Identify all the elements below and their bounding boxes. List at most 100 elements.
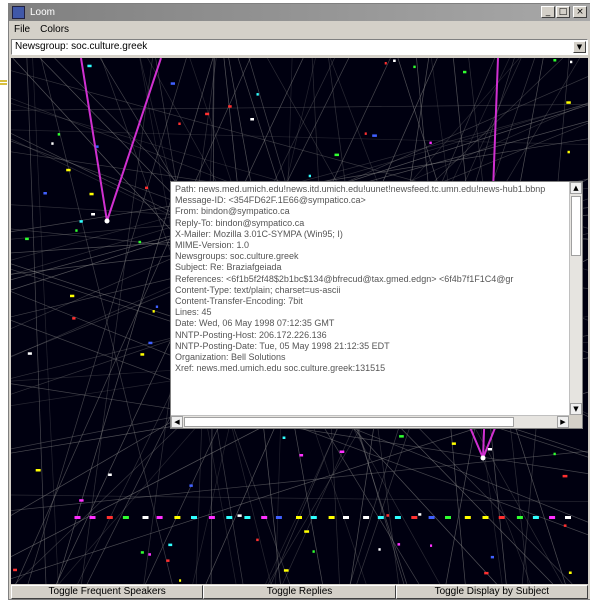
message-dot[interactable]	[57, 133, 61, 136]
menu-file[interactable]: File	[9, 24, 35, 35]
message-dot[interactable]	[179, 579, 182, 582]
menu-colors[interactable]: Colors	[35, 24, 74, 35]
message-dot[interactable]	[256, 538, 259, 542]
message-dot[interactable]	[570, 60, 573, 64]
message-dot[interactable]	[140, 551, 144, 554]
message-dot[interactable]	[138, 240, 142, 244]
message-dot[interactable]	[27, 352, 32, 355]
message-dot[interactable]	[13, 568, 17, 572]
message-dot[interactable]	[312, 550, 315, 553]
message-dot[interactable]	[140, 353, 145, 356]
message-dot[interactable]	[145, 186, 149, 190]
message-dot[interactable]	[174, 516, 181, 519]
message-dot[interactable]	[122, 516, 129, 519]
message-dot[interactable]	[377, 516, 384, 519]
message-dot[interactable]	[562, 474, 568, 478]
message-dot[interactable]	[384, 62, 387, 65]
message-dot[interactable]	[568, 571, 572, 575]
message-dot[interactable]	[256, 93, 259, 96]
message-dot[interactable]	[464, 516, 471, 519]
message-dot[interactable]	[72, 317, 76, 320]
message-dot[interactable]	[516, 516, 523, 519]
newsgroup-select[interactable]: Newsgroup: soc.culture.greek ▼	[11, 39, 588, 55]
reply-node[interactable]	[480, 455, 486, 461]
chevron-down-icon[interactable]: ▼	[573, 41, 586, 53]
vertical-scrollbar[interactable]: ▲ ▼	[569, 182, 582, 415]
message-dot[interactable]	[308, 174, 311, 178]
message-dot[interactable]	[208, 516, 215, 519]
message-dot[interactable]	[451, 442, 456, 445]
horizontal-scrollbar[interactable]: ◀ ▶	[171, 415, 569, 428]
message-dot[interactable]	[428, 516, 435, 519]
message-dot[interactable]	[74, 516, 81, 519]
title-bar[interactable]: Loom _ □ ×	[9, 4, 590, 21]
toggle-replies-button[interactable]: Toggle Replies	[203, 585, 396, 599]
message-dot[interactable]	[205, 112, 210, 116]
message-dot[interactable]	[156, 516, 163, 519]
message-dot[interactable]	[566, 101, 571, 104]
message-dot[interactable]	[79, 499, 84, 502]
message-dot[interactable]	[170, 82, 175, 85]
message-dot[interactable]	[87, 64, 92, 68]
message-dot[interactable]	[565, 516, 571, 519]
message-dot[interactable]	[378, 548, 381, 551]
message-dot[interactable]	[430, 544, 433, 547]
message-dot[interactable]	[226, 516, 233, 519]
message-dot[interactable]	[397, 543, 401, 546]
message-dot[interactable]	[445, 516, 451, 519]
message-header-popup[interactable]: Path: news.med.umich.edu!news.itd.umich.…	[170, 181, 583, 429]
message-dot[interactable]	[394, 516, 401, 519]
maximize-button[interactable]: □	[556, 6, 570, 18]
message-dot[interactable]	[299, 454, 304, 457]
scroll-left-icon[interactable]: ◀	[171, 416, 183, 428]
message-dot[interactable]	[282, 436, 286, 440]
message-dot[interactable]	[66, 168, 71, 172]
message-dot[interactable]	[51, 142, 54, 145]
message-dot[interactable]	[372, 134, 377, 137]
message-dot[interactable]	[75, 229, 78, 232]
toggle-frequent-speakers-button[interactable]: Toggle Frequent Speakers	[11, 585, 204, 599]
message-dot[interactable]	[191, 516, 197, 519]
message-dot[interactable]	[549, 516, 556, 519]
scroll-right-icon[interactable]: ▶	[557, 416, 569, 428]
message-dot[interactable]	[35, 469, 41, 472]
message-dot[interactable]	[490, 555, 494, 559]
message-dot[interactable]	[334, 153, 340, 157]
message-dot[interactable]	[563, 524, 567, 527]
message-dot[interactable]	[393, 59, 396, 63]
message-dot[interactable]	[228, 105, 232, 108]
message-dot[interactable]	[89, 192, 94, 196]
scroll-up-icon[interactable]: ▲	[570, 182, 582, 194]
message-dot[interactable]	[567, 150, 570, 154]
message-dot[interactable]	[498, 516, 505, 519]
message-dot[interactable]	[106, 516, 113, 519]
message-dot[interactable]	[148, 341, 153, 345]
message-dot[interactable]	[532, 516, 539, 519]
message-dot[interactable]	[43, 192, 47, 195]
message-dot[interactable]	[70, 294, 75, 298]
message-dot[interactable]	[482, 516, 489, 519]
toggle-display-by-subject-button[interactable]: Toggle Display by Subject	[395, 585, 588, 599]
message-dot[interactable]	[148, 553, 151, 556]
thread-visualization-canvas[interactable]: Path: news.med.umich.edu!news.itd.umich.…	[11, 58, 588, 584]
message-dot[interactable]	[166, 559, 170, 562]
message-dot[interactable]	[250, 118, 254, 121]
message-dot[interactable]	[418, 513, 422, 516]
message-dot[interactable]	[95, 145, 99, 148]
message-dot[interactable]	[429, 141, 432, 145]
message-dot[interactable]	[463, 70, 467, 74]
message-dot[interactable]	[553, 452, 556, 456]
message-dot[interactable]	[310, 516, 317, 519]
vertical-scroll-thumb[interactable]	[571, 196, 581, 256]
message-dot[interactable]	[244, 516, 251, 519]
message-dot[interactable]	[339, 450, 345, 454]
message-dot[interactable]	[178, 122, 181, 126]
message-dot[interactable]	[386, 514, 390, 517]
message-dot[interactable]	[283, 569, 289, 572]
message-dot[interactable]	[89, 516, 96, 519]
message-dot[interactable]	[487, 448, 492, 451]
message-dot[interactable]	[413, 65, 416, 69]
message-dot[interactable]	[484, 571, 489, 575]
message-dot[interactable]	[304, 530, 310, 533]
message-dot[interactable]	[142, 516, 149, 519]
